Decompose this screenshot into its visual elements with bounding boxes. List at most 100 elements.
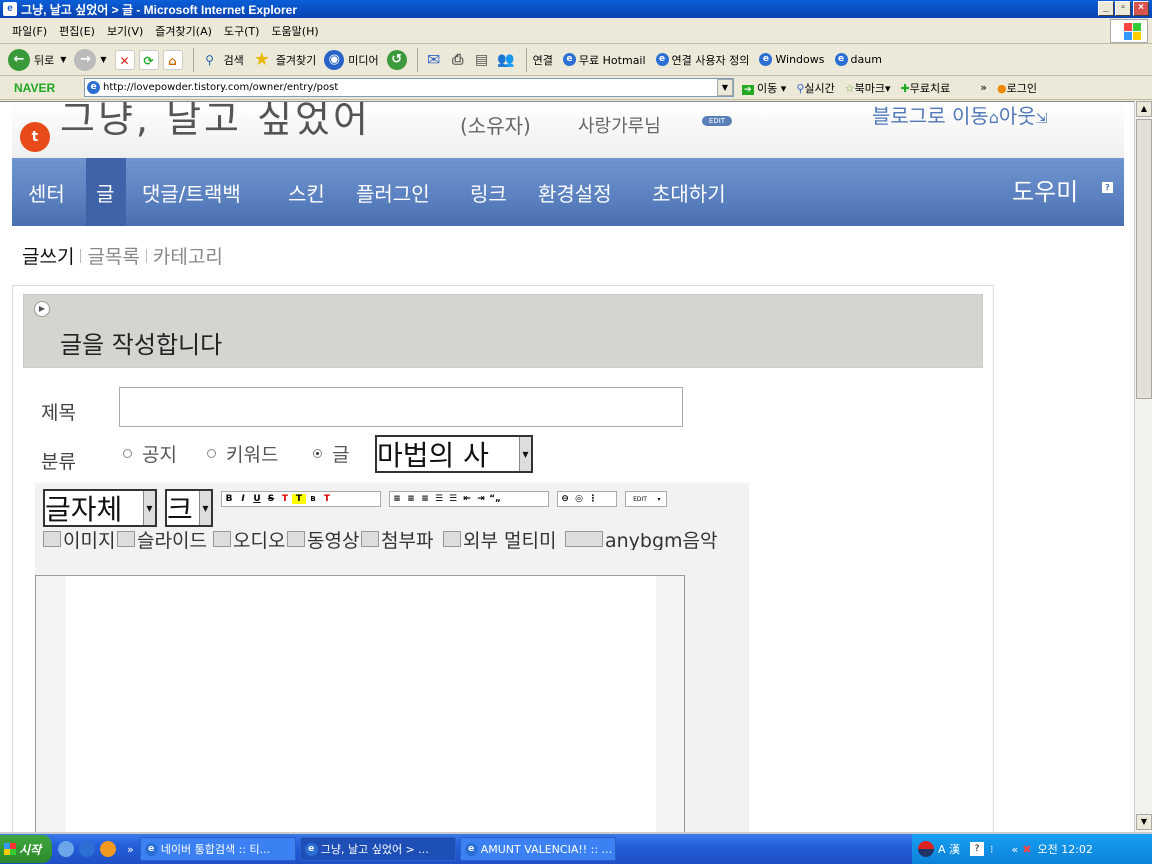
title-input[interactable]	[119, 387, 683, 427]
align-right-button[interactable]: ≡	[418, 494, 432, 504]
clock[interactable]: 오전 12:02	[1037, 841, 1092, 857]
go-button[interactable]: ➔ 이동 ▾	[742, 80, 786, 96]
search-button[interactable]: ⚲ 검색	[200, 50, 244, 70]
address-input[interactable]: e http://lovepowder.tistory.com/owner/en…	[84, 78, 734, 97]
expand-tray-icon[interactable]: «	[1012, 843, 1019, 856]
radio-keyword[interactable]: 키워드	[207, 440, 278, 467]
stop-icon[interactable]: ✕	[114, 49, 135, 70]
tab-post-list[interactable]: 글목록	[87, 242, 139, 269]
link-hotmail[interactable]: e 무료 Hotmail	[562, 52, 646, 68]
radio-button[interactable]	[207, 449, 216, 458]
link-icon[interactable]: ⊖	[558, 494, 572, 504]
korean-flag-icon[interactable]	[918, 841, 934, 857]
tistory-logo-icon[interactable]: t	[20, 122, 50, 152]
image-button[interactable]: 이미지	[43, 528, 117, 550]
home-icon[interactable]: ⌂	[162, 49, 183, 70]
naver-toolbar-logo[interactable]: NAVER	[14, 81, 84, 95]
scroll-down-button[interactable]: ▼	[1136, 814, 1152, 830]
attach-file-button[interactable]: 첨부파	[361, 528, 443, 550]
chevron-down-icon[interactable]: ▼	[60, 55, 66, 64]
nav-skin[interactable]: 스킨	[288, 178, 325, 207]
edit-mode-button[interactable]: EDIT ▾	[625, 491, 667, 507]
edit-profile-button[interactable]: EDIT	[702, 116, 732, 126]
video-button[interactable]: 동영상	[287, 528, 361, 550]
free-treatment-button[interactable]: ✚무료치료	[901, 80, 951, 96]
go-to-blog-link[interactable]: 블로그로 이동⌂아웃⇲	[872, 102, 1047, 129]
show-desktop-icon[interactable]	[58, 841, 74, 857]
task-amunt-valencia[interactable]: e AMUNT VALENCIA!! :: ...	[459, 837, 616, 861]
content-editor[interactable]	[35, 575, 685, 832]
print-icon[interactable]: ⎙	[448, 50, 468, 70]
favorites-button[interactable]: ★ 즐겨찾기	[252, 49, 317, 70]
overflow-chevron-icon[interactable]: »	[980, 81, 987, 94]
ie-launch-icon[interactable]	[79, 841, 95, 857]
help-icon[interactable]: ?	[1102, 182, 1113, 193]
highlight-button[interactable]: T	[292, 494, 306, 504]
tab-category[interactable]: 카테고리	[153, 242, 223, 269]
bold-button[interactable]: B	[222, 494, 236, 504]
chevron-down-icon[interactable]: ▼	[199, 491, 211, 525]
more-icon[interactable]: ⋮	[586, 494, 600, 504]
messenger-icon[interactable]: 👥	[496, 50, 516, 70]
outdent-button[interactable]: ⇤	[460, 494, 474, 504]
link-daum[interactable]: e daum	[834, 53, 882, 66]
chevron-down-icon[interactable]: ▼	[143, 491, 155, 525]
nav-center[interactable]: 센터	[28, 178, 65, 207]
close-button[interactable]: ×	[1133, 1, 1149, 16]
chevron-down-icon[interactable]: ▼	[519, 437, 531, 471]
menu-view[interactable]: 보기(V)	[107, 23, 143, 39]
network-disconnected-icon[interactable]: ✖	[1022, 843, 1031, 856]
radio-notice[interactable]: 공지	[123, 440, 177, 467]
slide-button[interactable]: 슬라이드	[117, 528, 213, 550]
media-launch-icon[interactable]	[100, 841, 116, 857]
align-center-button[interactable]: ≡	[404, 494, 418, 504]
italic-button[interactable]: I	[236, 494, 250, 504]
menu-tools[interactable]: 도구(T)	[224, 23, 260, 39]
editor-canvas[interactable]	[66, 576, 656, 832]
menu-edit[interactable]: 편집(E)	[59, 23, 95, 39]
bullet-list-button[interactable]: ☰	[432, 494, 446, 504]
address-dropdown-button[interactable]: ▼	[717, 79, 733, 96]
strike-button[interactable]: S	[264, 494, 278, 504]
nav-plugins[interactable]: 플러그인	[356, 178, 430, 207]
start-button[interactable]: 시작	[0, 835, 52, 863]
nav-links[interactable]: 링크	[470, 178, 507, 207]
nav-comments-trackbacks[interactable]: 댓글/트랙백	[142, 178, 241, 207]
menu-favorites[interactable]: 즐겨찾기(A)	[155, 23, 212, 39]
login-button[interactable]: ●로그인	[997, 80, 1037, 96]
media-button[interactable]: ◉ 미디어	[324, 49, 379, 70]
box-button[interactable]: B	[306, 495, 320, 503]
overflow-chevron-icon[interactable]: »	[127, 843, 134, 856]
minimize-button[interactable]: _	[1098, 1, 1114, 16]
nav-invite[interactable]: 초대하기	[652, 178, 726, 207]
menu-file[interactable]: 파일(F)	[12, 23, 47, 39]
quote-button[interactable]: “„	[488, 494, 502, 504]
radio-post[interactable]: 글	[313, 440, 349, 467]
menu-help[interactable]: 도움말(H)	[271, 23, 318, 39]
restore-button[interactable]: ▫	[1115, 1, 1131, 16]
vertical-scrollbar[interactable]: ▲ ▼	[1134, 101, 1152, 832]
history-icon[interactable]: ↺	[386, 49, 407, 70]
external-multimedia-button[interactable]: 외부 멀티미	[443, 528, 565, 550]
task-naver-search[interactable]: e 네이버 통합검색 :: 티...	[139, 837, 296, 861]
audio-button[interactable]: 오디오	[213, 528, 287, 550]
chevron-down-icon[interactable]: ▼	[100, 55, 106, 64]
media-icon[interactable]: ◎	[572, 494, 586, 504]
ime-indicator[interactable]: A 漢	[938, 841, 960, 857]
size-select[interactable]: 크 ▼	[165, 489, 213, 527]
mail-icon[interactable]: ✉	[424, 50, 444, 70]
refresh-icon[interactable]: ⟳	[138, 49, 159, 70]
realtime-button[interactable]: ⚲실시간	[796, 80, 834, 96]
nav-settings[interactable]: 환경설정	[538, 178, 612, 207]
scroll-thumb[interactable]	[1136, 119, 1152, 399]
blog-title[interactable]: 그냥, 날고 싶었어	[60, 102, 371, 143]
underline-button[interactable]: U	[250, 494, 264, 504]
category-select[interactable]: 마법의 사 ▼	[375, 435, 533, 473]
align-left-button[interactable]: ≡	[390, 494, 404, 504]
bookmark-button[interactable]: ☆북마크▾	[845, 80, 891, 96]
nav-help[interactable]: 도우미	[1012, 172, 1078, 207]
scroll-up-button[interactable]: ▲	[1136, 101, 1152, 117]
tray-menu-icon[interactable]: ⁝	[990, 843, 994, 856]
task-blog-active[interactable]: e 그냥, 날고 싶었어 > ...	[299, 837, 456, 861]
indent-button[interactable]: ⇥	[474, 494, 488, 504]
